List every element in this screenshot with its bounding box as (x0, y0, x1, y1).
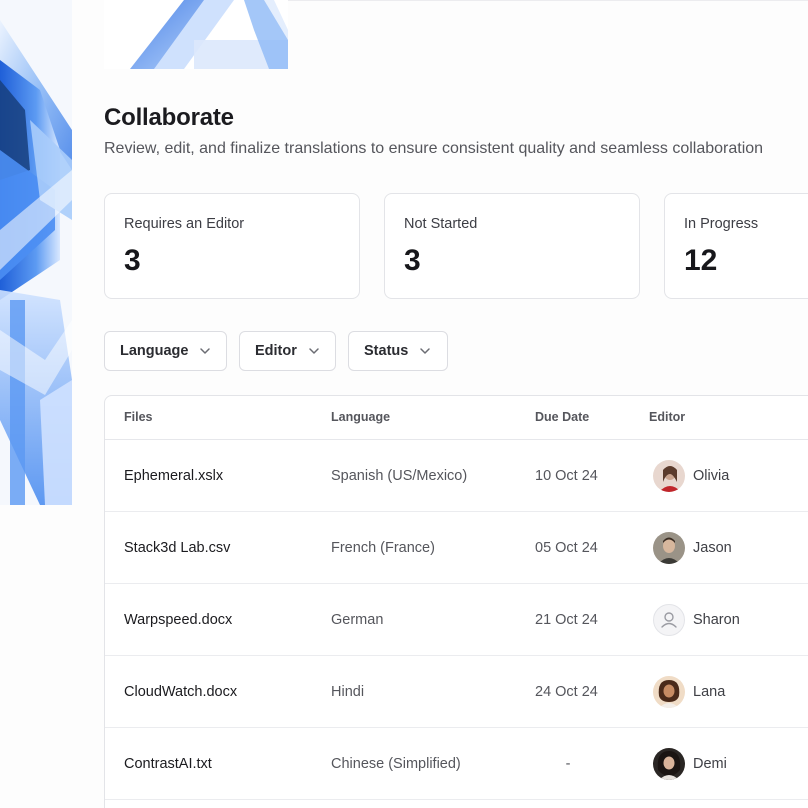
avatar (653, 676, 685, 708)
column-header-files[interactable]: Files (124, 410, 153, 424)
filter-label: Editor (255, 343, 297, 359)
stat-label: Not Started (404, 216, 478, 232)
editor-name: Olivia (693, 468, 730, 484)
avatar (653, 460, 685, 492)
language-filter-dropdown[interactable]: Language (104, 331, 227, 371)
row-language: French (France) (331, 540, 435, 556)
column-header-due-date[interactable]: Due Date (535, 410, 589, 424)
filter-label: Status (364, 343, 409, 359)
files-table: Files Language Due Date Editor Ephemeral… (104, 395, 808, 808)
column-header-language[interactable]: Language (331, 410, 390, 424)
file-name[interactable]: Warpspeed.docx (124, 612, 232, 628)
avatar (653, 748, 685, 780)
chevron-down-icon (420, 348, 431, 354)
stat-card-not-started[interactable]: Not Started 3 (384, 193, 640, 299)
decorative-glass-art (0, 0, 72, 505)
stat-value: 3 (124, 244, 141, 277)
editor-name: Lana (693, 684, 726, 700)
table-row[interactable]: CloudWatch.docx Hindi 24 Oct 24 Lana (105, 656, 808, 728)
editor-filter-dropdown[interactable]: Editor (239, 331, 336, 371)
table-row[interactable]: Ephemeral.xslx Spanish (US/Mexico) 10 Oc… (105, 440, 808, 512)
table-row[interactable]: ContrastAI.txt Chinese (Simplified) - De… (105, 728, 808, 800)
page: Collaborate Review, edit, and finalize t… (0, 0, 808, 808)
row-due-date: 05 Oct 24 (535, 540, 598, 556)
row-language: German (331, 612, 384, 628)
page-subtitle: Review, edit, and finalize translations … (104, 140, 764, 157)
page-title: Collaborate (104, 104, 234, 131)
row-language: Hindi (331, 684, 365, 700)
file-name[interactable]: Ephemeral.xslx (124, 468, 223, 484)
row-due-date: - (565, 756, 571, 772)
table-row[interactable]: Stack3d Lab.csv French (France) 05 Oct 2… (105, 512, 808, 584)
user-placeholder-icon (653, 604, 685, 636)
row-language: Spanish (US/Mexico) (331, 468, 468, 484)
stat-label: In Progress (684, 216, 759, 232)
table-header: Files Language Due Date Editor (105, 396, 808, 440)
editor-name: Sharon (693, 612, 740, 628)
stat-value: 12 (684, 244, 718, 277)
filter-label: Language (120, 343, 189, 359)
editor-name: Jason (693, 540, 732, 556)
row-due-date: 24 Oct 24 (535, 684, 598, 700)
stat-card-requires-editor[interactable]: Requires an Editor 3 (104, 193, 360, 299)
row-due-date: 10 Oct 24 (535, 468, 598, 484)
stat-card-in-progress[interactable]: In Progress 12 (664, 193, 808, 299)
chevron-down-icon (200, 348, 211, 354)
chevron-down-icon (309, 348, 319, 354)
main-content: Collaborate Review, edit, and finalize t… (104, 0, 808, 808)
file-name[interactable]: CloudWatch.docx (124, 684, 237, 700)
file-name[interactable]: Stack3d Lab.csv (124, 540, 230, 556)
avatar (653, 532, 685, 564)
stat-value: 3 (404, 244, 421, 277)
table-row[interactable]: Warpspeed.docx German 21 Oct 24 Sharon (105, 584, 808, 656)
editor-name: Demi (693, 756, 727, 772)
row-due-date: 21 Oct 24 (535, 612, 598, 628)
column-header-editor[interactable]: Editor (649, 410, 685, 424)
row-language: Chinese (Simplified) (331, 756, 461, 772)
stat-label: Requires an Editor (124, 216, 245, 232)
file-name[interactable]: ContrastAI.txt (124, 756, 212, 772)
status-filter-dropdown[interactable]: Status (348, 331, 448, 371)
